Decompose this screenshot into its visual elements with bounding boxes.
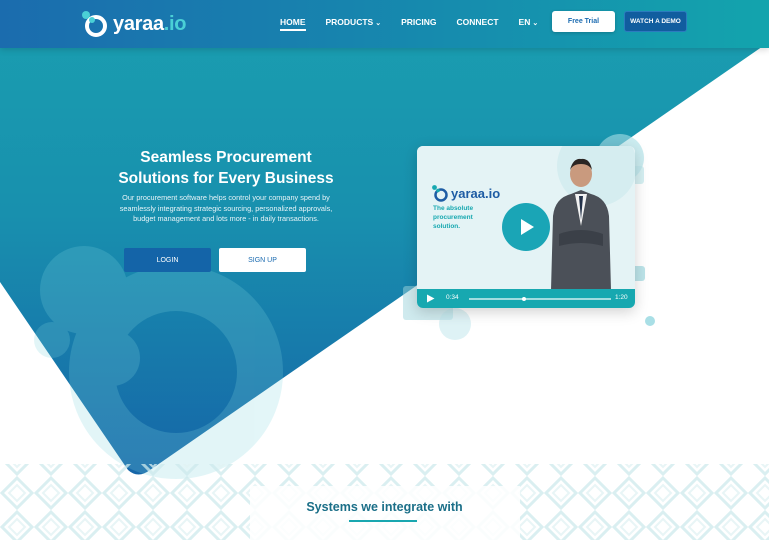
logo-mark-icon bbox=[432, 185, 448, 202]
progress-track[interactable] bbox=[469, 298, 611, 300]
top-navigation: yaraa.io HOME PRODUCTS ⌄ PRICING CONNECT … bbox=[0, 0, 769, 48]
hero-title-line2: Solutions for Every Business bbox=[118, 170, 334, 187]
presenter-image bbox=[551, 158, 611, 290]
chevron-down-icon: ⌄ bbox=[532, 20, 539, 27]
nav-pricing[interactable]: PRICING bbox=[401, 17, 436, 27]
heading-underline bbox=[349, 520, 417, 522]
systems-heading: Systems we integrate with bbox=[306, 500, 463, 514]
duration: 1:20 bbox=[615, 294, 628, 301]
logo-text: yaraa.io bbox=[113, 12, 187, 35]
watch-demo-button[interactable]: WATCH A DEMO bbox=[624, 11, 687, 32]
language-selector[interactable]: EN ⌄ bbox=[519, 17, 539, 27]
video-controls: 0:34 1:20 bbox=[417, 289, 635, 308]
hero-description: Our procurement software helps control y… bbox=[119, 193, 333, 223]
video-logo: yaraa.io bbox=[431, 184, 500, 202]
signup-button[interactable]: SIGN UP bbox=[219, 248, 306, 272]
hero-title-line1: Seamless Procurement bbox=[140, 149, 312, 166]
video-tagline: The absolute procurement solution. bbox=[433, 205, 474, 230]
logo[interactable]: yaraa.io bbox=[80, 8, 187, 40]
current-time: 0:34 bbox=[446, 294, 459, 301]
play-button[interactable] bbox=[502, 203, 550, 251]
nav-home[interactable]: HOME bbox=[280, 17, 306, 31]
chevron-down-icon: ⌄ bbox=[375, 20, 382, 27]
logo-mark-icon bbox=[82, 11, 107, 37]
hero-title: Seamless Procurement Solutions for Every… bbox=[104, 147, 348, 189]
play-icon bbox=[521, 219, 534, 235]
play-icon[interactable] bbox=[426, 294, 435, 303]
progress-thumb[interactable] bbox=[522, 296, 527, 301]
nav-products[interactable]: PRODUCTS ⌄ bbox=[326, 17, 382, 27]
nav-links: HOME PRODUCTS ⌄ PRICING CONNECT EN ⌄ bbox=[280, 17, 558, 31]
login-button[interactable]: LOGIN bbox=[124, 248, 211, 272]
nav-connect[interactable]: CONNECT bbox=[457, 17, 499, 27]
free-trial-button[interactable]: Free Trial bbox=[552, 11, 615, 32]
demo-video-player[interactable]: yaraa.io The absolute procurement soluti… bbox=[417, 146, 635, 308]
